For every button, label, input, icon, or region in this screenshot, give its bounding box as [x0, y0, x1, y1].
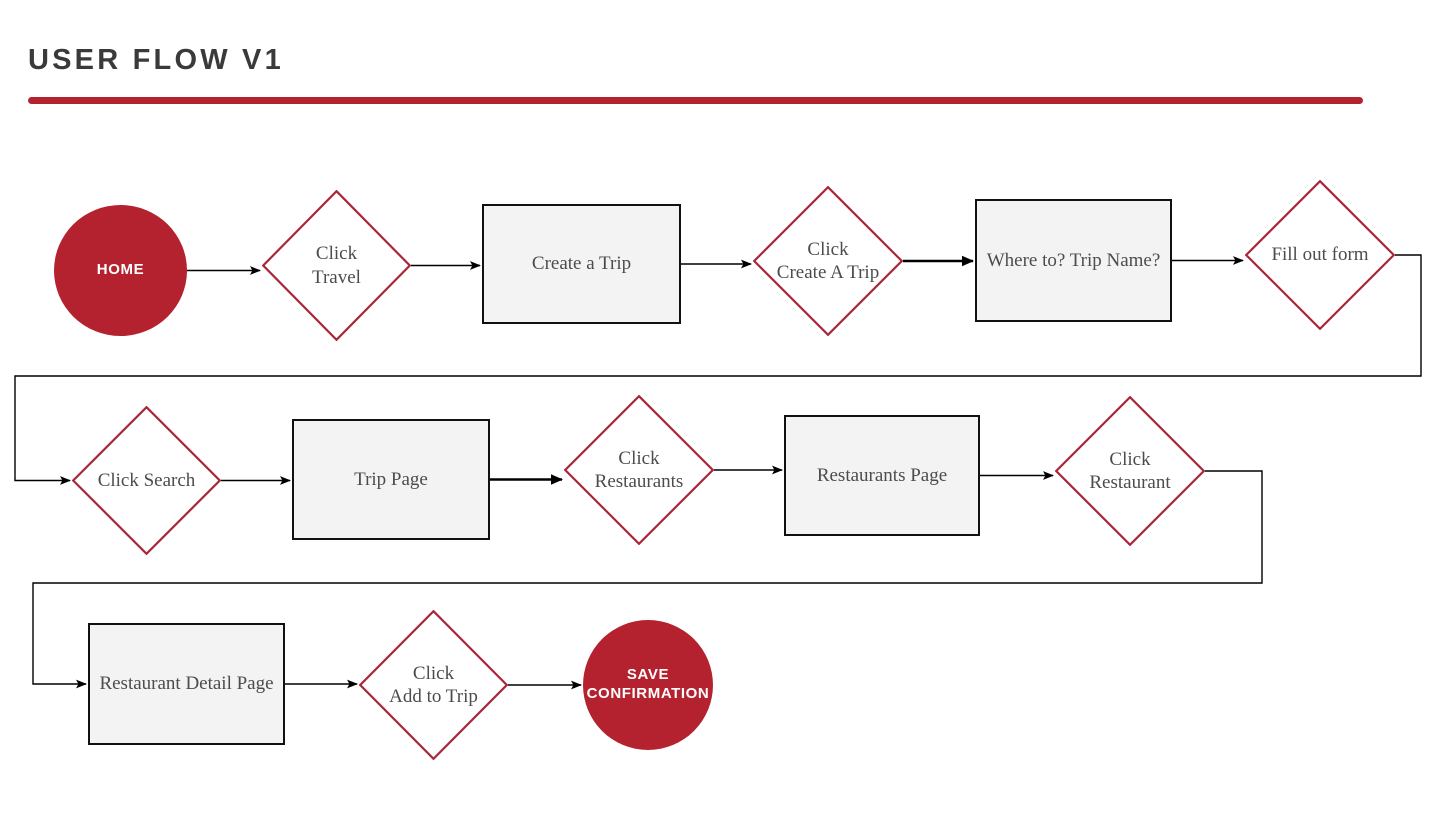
flowchart-canvas: USER FLOW V1 HOME Click Travel Create a Tr… [0, 0, 1440, 818]
flow-node-fill-out-form[interactable]: Fill out form [1245, 180, 1395, 330]
connector-fill-out-form-to-click-search [14, 254, 1422, 485]
flow-node-click-search[interactable]: Click Search [72, 406, 221, 555]
title-underline-rule [28, 97, 1363, 104]
flow-node-label-click-restaurants: Click Restaurants [594, 447, 684, 492]
flow-node-click-restaurant[interactable]: Click Restaurant [1055, 396, 1205, 546]
flow-node-trip-page[interactable]: Trip Page [292, 419, 490, 540]
page-title: USER FLOW V1 [28, 44, 284, 76]
flow-node-click-restaurants[interactable]: Click Restaurants [564, 395, 714, 545]
flow-node-save-confirmation[interactable]: SAVE CONFIRMATION [583, 620, 713, 750]
flow-node-click-travel[interactable]: Click Travel [262, 190, 411, 341]
flow-node-click-create-trip[interactable]: Click Create A Trip [753, 186, 903, 336]
flow-node-label-restaurants-page: Restaurants Page [816, 464, 948, 486]
flow-node-label-where-to: Where to? Trip Name? [986, 249, 1161, 271]
flow-node-create-a-trip[interactable]: Create a Trip [482, 204, 681, 324]
flow-node-where-to[interactable]: Where to? Trip Name? [975, 199, 1172, 322]
flow-node-label-save-confirmation: SAVE CONFIRMATION [586, 666, 710, 702]
flow-node-label-fill-out-form: Fill out form [1271, 244, 1369, 266]
flow-node-label-restaurant-detail: Restaurant Detail Page [99, 673, 274, 695]
flow-node-home[interactable]: HOME [54, 205, 187, 336]
flow-node-restaurants-page[interactable]: Restaurants Page [784, 415, 980, 536]
flow-node-label-create-a-trip: Create a Trip [531, 253, 632, 275]
flow-node-label-click-travel: Click Travel [312, 243, 361, 288]
flow-node-label-home: HOME [96, 261, 145, 279]
flow-node-label-trip-page: Trip Page [354, 468, 428, 490]
flow-node-label-click-search: Click Search [97, 469, 196, 491]
flow-node-click-add-to-trip[interactable]: Click Add to Trip [359, 610, 508, 760]
flow-node-restaurant-detail[interactable]: Restaurant Detail Page [88, 623, 285, 745]
flow-node-label-click-add-to-trip: Click Add to Trip [389, 662, 478, 707]
flow-node-label-click-create-trip: Click Create A Trip [776, 238, 880, 283]
flow-node-label-click-restaurant: Click Restaurant [1089, 448, 1171, 493]
